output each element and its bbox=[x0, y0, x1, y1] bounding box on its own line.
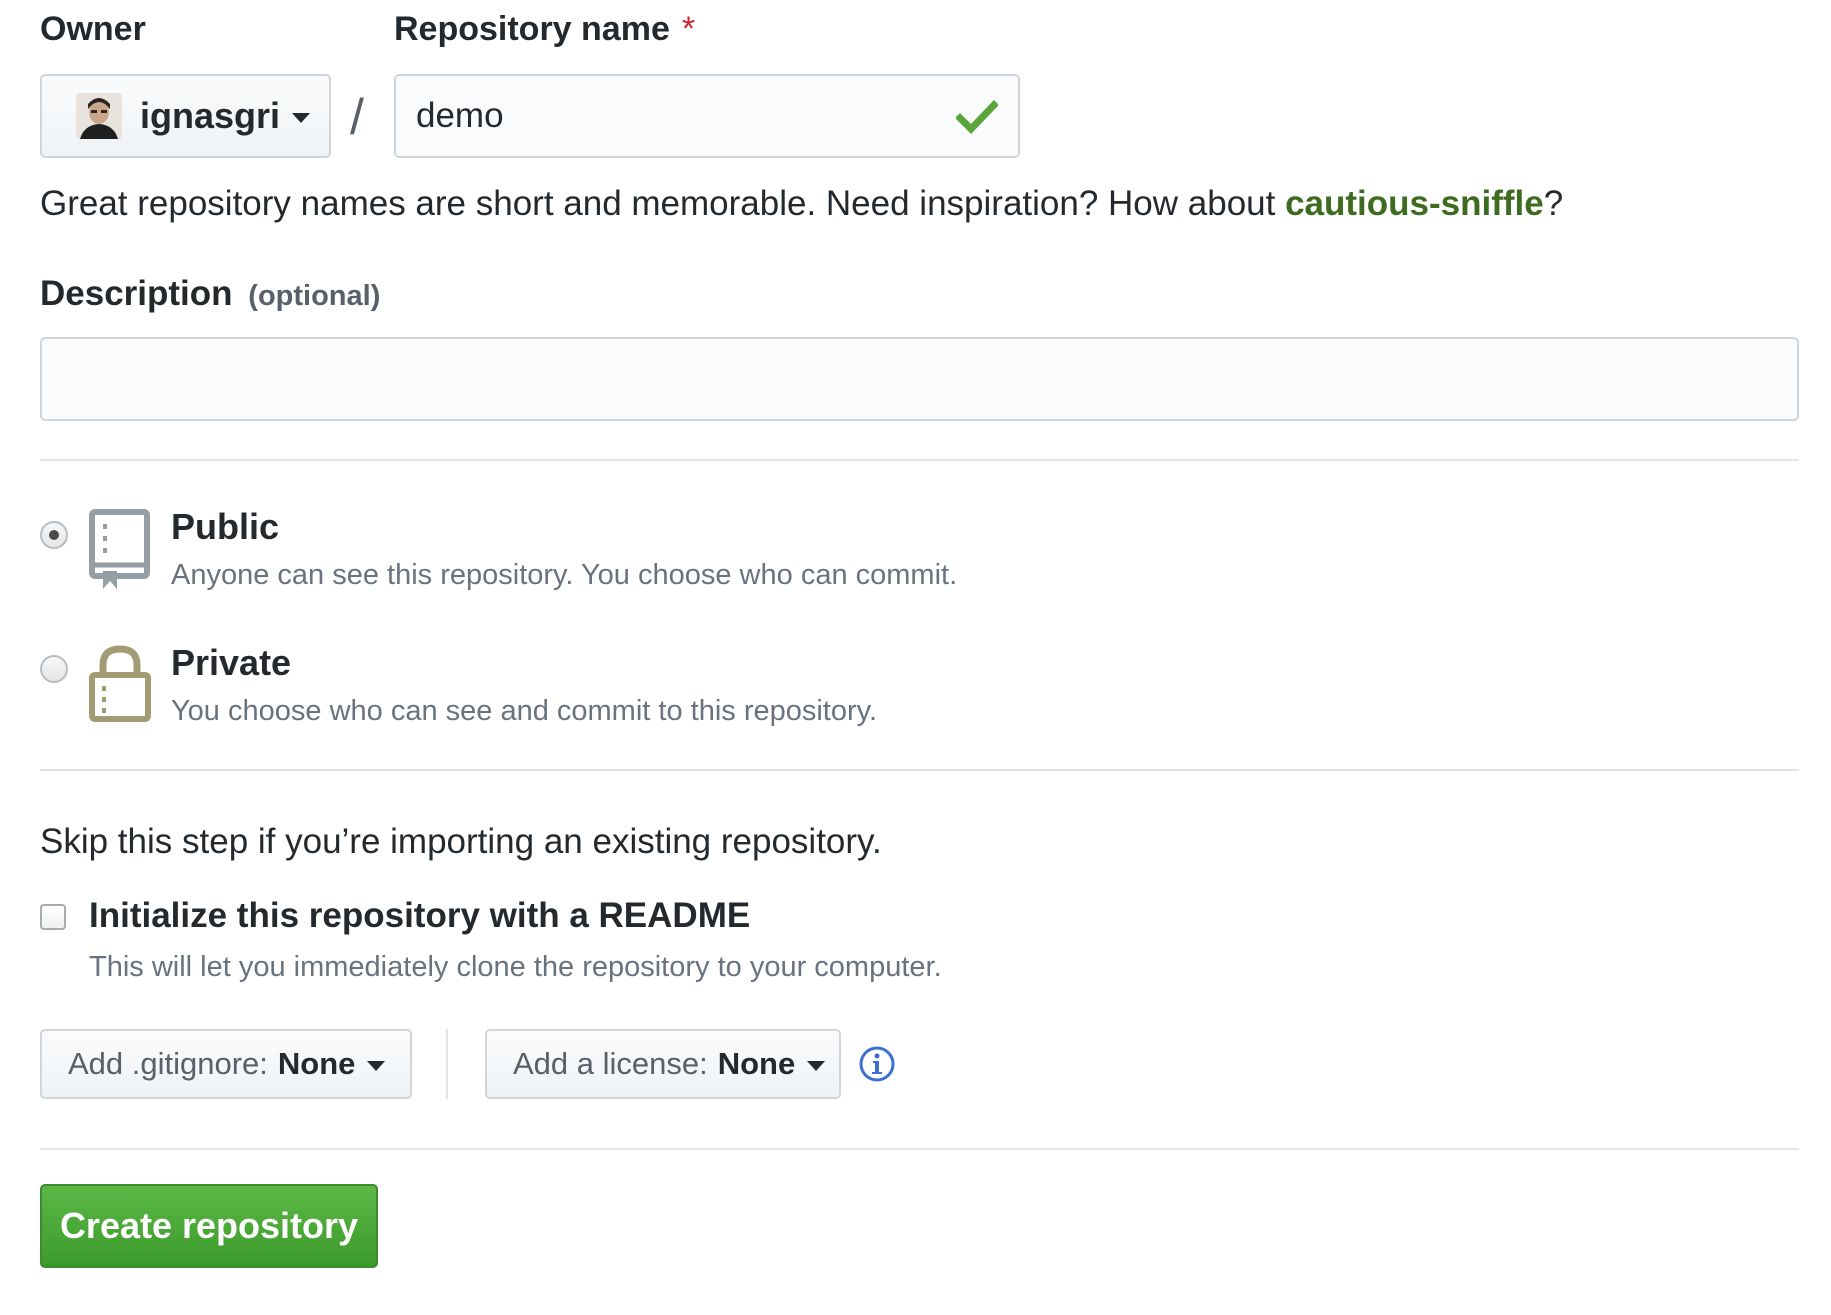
hint-suffix: ? bbox=[1543, 184, 1564, 223]
gitignore-label: Add .gitignore: bbox=[68, 1046, 268, 1081]
description-optional: (optional) bbox=[248, 280, 381, 312]
readme-note: This will let you immediately clone the … bbox=[89, 951, 942, 983]
description-label-text: Description bbox=[40, 274, 233, 313]
private-note: You choose who can see and commit to thi… bbox=[171, 695, 878, 727]
info-icon[interactable] bbox=[858, 1045, 896, 1083]
gitignore-select[interactable]: Add .gitignore: None bbox=[40, 1029, 412, 1099]
license-label: Add a license: bbox=[513, 1046, 708, 1081]
repository-name-value: demo bbox=[416, 96, 504, 135]
hint-prefix: Great repository names are short and mem… bbox=[40, 184, 1286, 223]
divider bbox=[40, 769, 1799, 771]
chevron-down-icon bbox=[367, 1061, 386, 1071]
private-title: Private bbox=[171, 642, 292, 683]
lock-icon bbox=[89, 645, 151, 722]
divider bbox=[40, 459, 1799, 461]
name-hint: Great repository names are short and mem… bbox=[40, 184, 1563, 224]
gitignore-value: None bbox=[277, 1046, 356, 1081]
skip-step-text: Skip this step if you’re importing an ex… bbox=[40, 822, 882, 861]
public-title: Public bbox=[171, 506, 280, 547]
check-icon bbox=[956, 100, 998, 135]
chevron-down-icon bbox=[807, 1061, 826, 1071]
repository-name-label: Repository name * bbox=[394, 10, 695, 49]
owner-name: ignasgri bbox=[140, 95, 281, 136]
license-value: None bbox=[717, 1046, 796, 1081]
description-input[interactable] bbox=[40, 337, 1799, 421]
readme-label[interactable]: Initialize this repository with a README bbox=[89, 896, 750, 936]
owner-select[interactable]: ignasgri bbox=[40, 74, 331, 158]
required-mark: * bbox=[681, 10, 696, 48]
owner-label: Owner bbox=[40, 10, 146, 48]
public-note: Anyone can see this repository. You choo… bbox=[171, 559, 958, 591]
repository-name-label-text: Repository name bbox=[394, 10, 670, 48]
private-radio[interactable] bbox=[40, 655, 68, 683]
repo-book-icon bbox=[89, 509, 150, 589]
chevron-down-icon bbox=[292, 113, 311, 123]
avatar bbox=[76, 93, 122, 139]
readme-checkbox[interactable] bbox=[40, 904, 66, 930]
repository-name-input[interactable]: demo bbox=[394, 74, 1020, 158]
public-radio[interactable] bbox=[40, 521, 68, 549]
vertical-divider bbox=[446, 1029, 448, 1099]
description-label: Description (optional) bbox=[40, 274, 380, 314]
license-select[interactable]: Add a license: None bbox=[485, 1029, 841, 1099]
create-repository-button[interactable]: Create repository bbox=[40, 1184, 378, 1268]
owner-repo-separator: / bbox=[350, 89, 364, 145]
name-suggestion-link[interactable]: cautious-sniffle bbox=[1285, 184, 1544, 223]
divider bbox=[40, 1148, 1799, 1150]
